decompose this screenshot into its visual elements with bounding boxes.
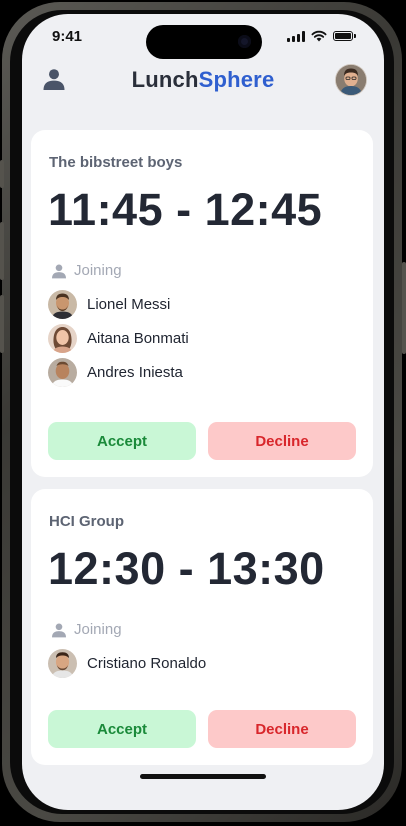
silent-switch	[0, 160, 4, 188]
member-avatar	[48, 324, 77, 353]
battery-icon	[333, 31, 353, 41]
person-icon	[52, 622, 66, 637]
screen: 9:41 LunchSphere The bibstreet boys 11:4…	[22, 14, 384, 810]
volume-down-button	[0, 295, 4, 353]
status-icons	[287, 30, 356, 42]
app-title: LunchSphere	[22, 67, 384, 93]
member-row: Cristiano Ronaldo	[48, 649, 206, 678]
person-icon	[52, 263, 66, 278]
member-name: Lionel Messi	[87, 296, 171, 313]
joining-header: Joining	[51, 621, 122, 638]
status-time: 9:41	[52, 28, 83, 45]
member-row: Lionel Messi	[48, 290, 170, 319]
power-button	[402, 262, 406, 354]
wifi-icon	[311, 30, 327, 42]
joining-label: Joining	[74, 621, 122, 638]
lunch-invite-card: The bibstreet boys 11:45 - 12:45 Joining…	[31, 130, 373, 477]
group-name: The bibstreet boys	[49, 154, 183, 171]
status-bar: 9:41	[22, 14, 384, 62]
front-camera	[238, 35, 251, 48]
app-title-part2: Sphere	[198, 67, 275, 92]
member-row: Andres Iniesta	[48, 358, 183, 387]
app-header: LunchSphere	[22, 62, 384, 102]
user-avatar[interactable]	[336, 65, 366, 95]
joining-header: Joining	[51, 262, 122, 279]
dynamic-island	[146, 25, 262, 59]
member-row: Aitana Bonmati	[48, 324, 189, 353]
cellular-signal-icon	[287, 30, 305, 42]
member-name: Cristiano Ronaldo	[87, 655, 207, 672]
battery-tip	[354, 34, 356, 38]
member-avatar	[48, 358, 77, 387]
volume-up-button	[0, 222, 4, 280]
time-range: 12:30 - 13:30	[48, 543, 325, 594]
joining-label: Joining	[74, 262, 122, 279]
app-title-part1: Lunch	[131, 67, 199, 92]
member-name: Andres Iniesta	[87, 364, 183, 381]
decline-button[interactable]: Decline	[208, 422, 356, 460]
lunch-invite-card: HCI Group 12:30 - 13:30 Joining Cristian…	[31, 489, 373, 765]
home-indicator[interactable]	[140, 774, 266, 779]
member-name: Aitana Bonmati	[87, 330, 189, 347]
group-name: HCI Group	[49, 513, 124, 530]
member-avatar	[48, 290, 77, 319]
user-avatar-photo	[336, 65, 366, 95]
accept-button[interactable]: Accept	[48, 422, 196, 460]
accept-button[interactable]: Accept	[48, 710, 196, 748]
member-avatar	[48, 649, 77, 678]
time-range: 11:45 - 12:45	[48, 184, 323, 235]
decline-button[interactable]: Decline	[208, 710, 356, 748]
